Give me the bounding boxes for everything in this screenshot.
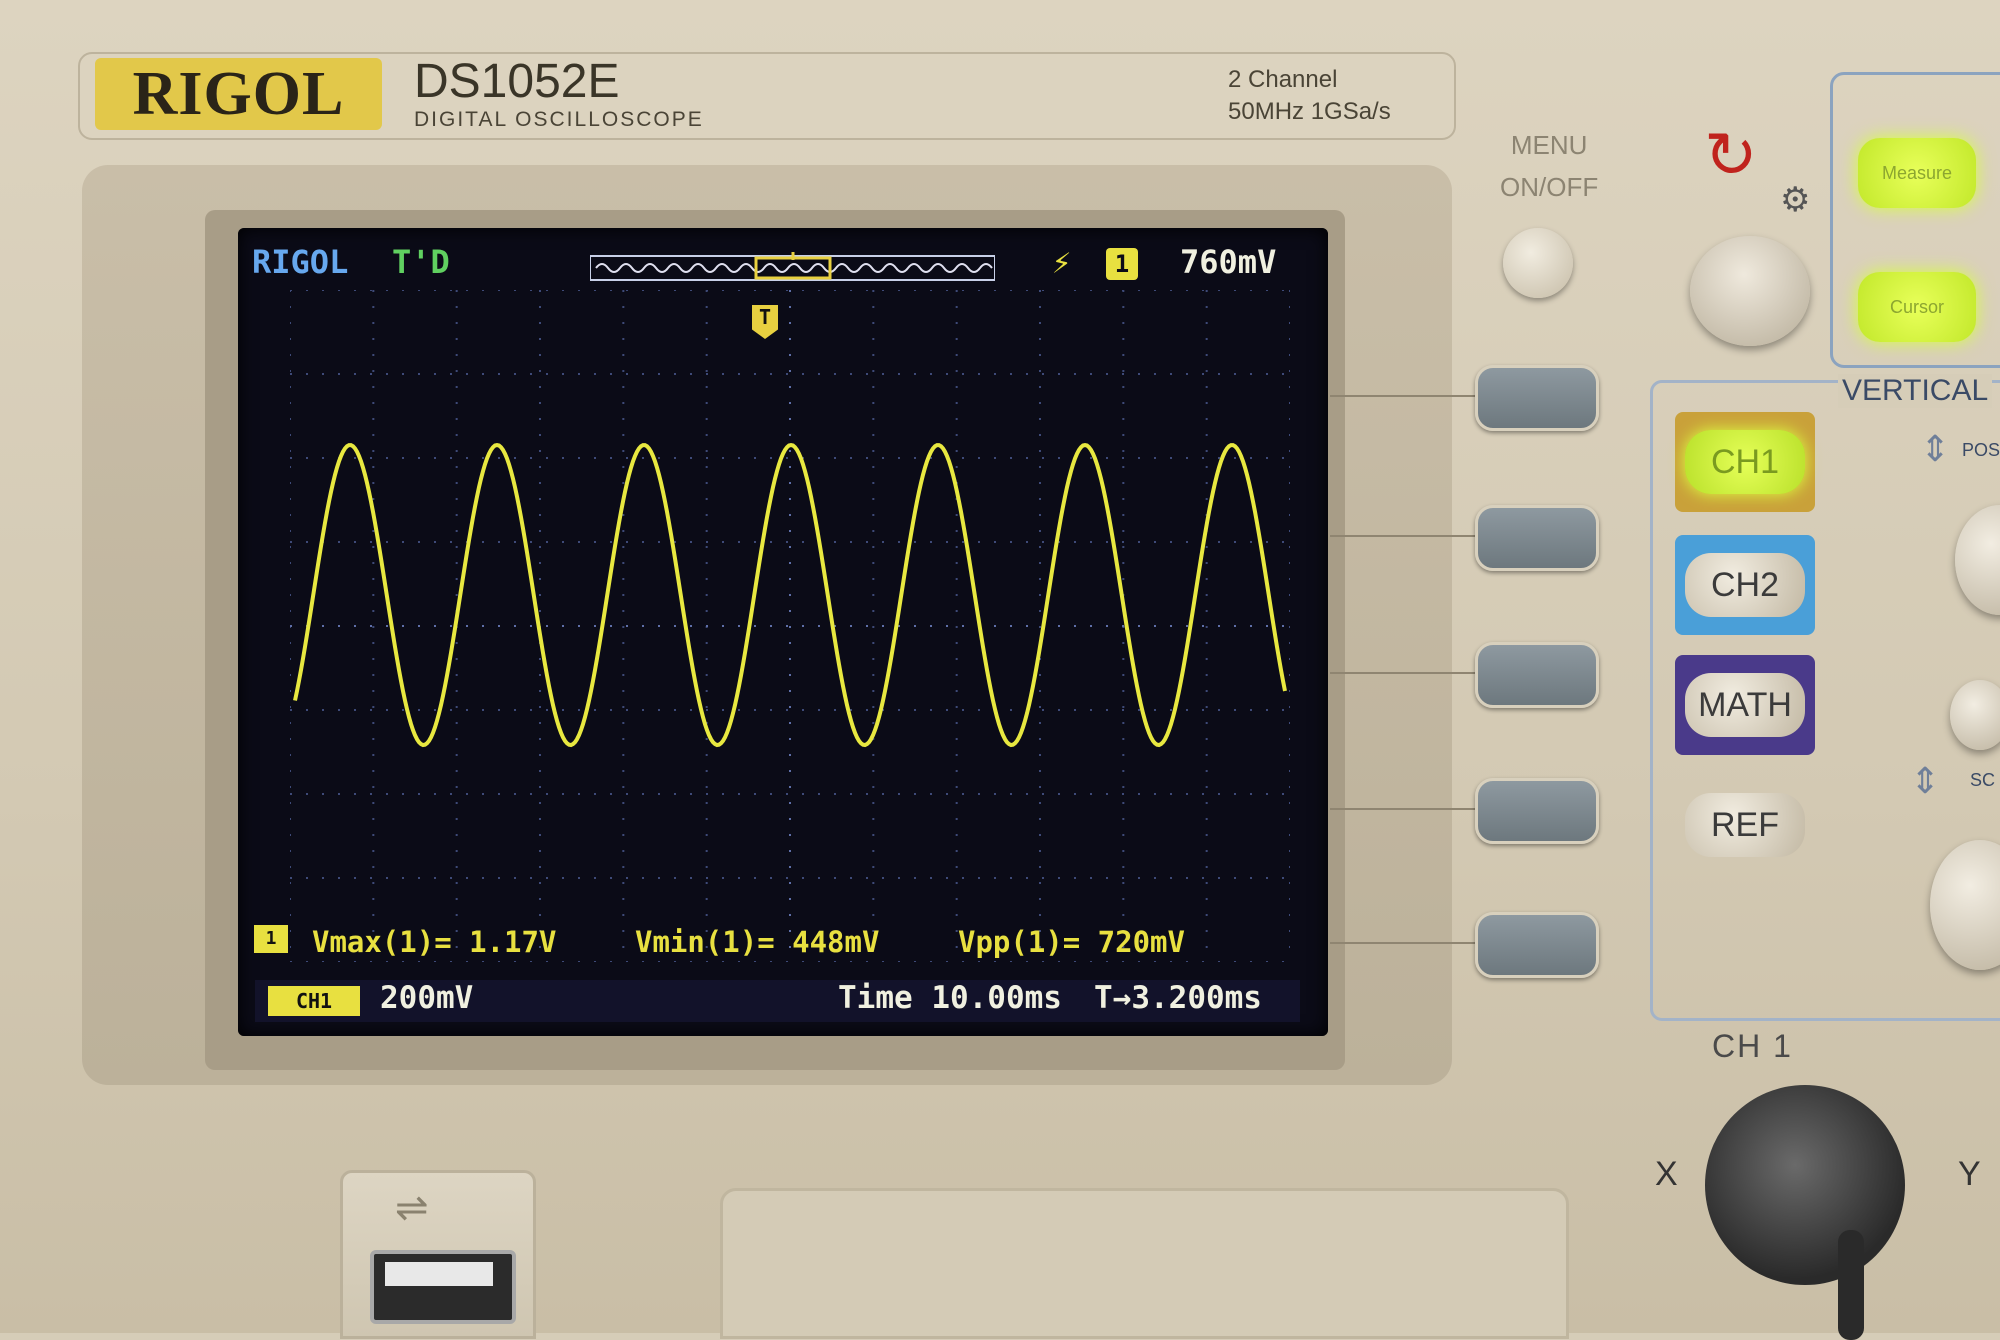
spec-channels: 2 Channel: [1228, 66, 1338, 93]
ch1-button[interactable]: CH1: [1685, 430, 1805, 494]
y-input-label: Y: [1958, 1155, 1981, 1193]
softkey-line: [1330, 808, 1475, 810]
math-button-frame: MATH: [1675, 655, 1815, 755]
probe-cable: [1838, 1230, 1864, 1340]
spec-bandwidth: 50MHz 1GSa/s: [1228, 98, 1391, 125]
display-brand: RIGOL: [252, 243, 349, 281]
ch2-button[interactable]: CH2: [1685, 553, 1805, 617]
ch2-button-frame: CH2: [1675, 535, 1815, 635]
ch1-label-badge: CH1: [268, 986, 360, 1016]
measurement-vmax: Vmax(1)= 1.17V: [312, 925, 557, 959]
trigger-channel-badge: 1: [1106, 248, 1138, 280]
softkey-1-button[interactable]: [1475, 365, 1599, 431]
softkey-2-button[interactable]: [1475, 505, 1599, 571]
usb-port-tongue: [385, 1262, 493, 1286]
measure-button[interactable]: Measure: [1858, 138, 1976, 208]
ch1-input-label: CH 1: [1712, 1028, 1793, 1064]
softkey-line: [1330, 942, 1475, 944]
ref-button[interactable]: REF: [1685, 793, 1805, 857]
softkey-4-button[interactable]: [1475, 778, 1599, 844]
scale-label: SC: [1970, 770, 1996, 790]
rigol-logo: RIGOL: [95, 58, 382, 130]
menu-on-off-button[interactable]: [1503, 228, 1573, 298]
ch1-ground-marker: 1: [254, 925, 288, 953]
vertical-title: VERTICAL: [1838, 374, 1993, 408]
softkey-line: [1330, 672, 1475, 674]
trigger-level: 760mV: [1180, 243, 1277, 281]
math-button[interactable]: MATH: [1685, 673, 1805, 737]
softkey-3-button[interactable]: [1475, 642, 1599, 708]
probe-icon: ⚙: [1780, 181, 1811, 219]
rising-edge-icon: ⚡: [1052, 243, 1072, 281]
time-per-div: Time 10.00ms: [838, 980, 1062, 1016]
ch1-bnc-connector[interactable]: [1705, 1085, 1905, 1285]
softkey-line: [1330, 535, 1475, 537]
position-arrows-icon: ⇕: [1920, 428, 1951, 469]
ref-button-frame: REF: [1675, 775, 1815, 875]
position-label: POS: [1962, 440, 2000, 460]
menu-label-line2: ON/OFF: [1500, 172, 1599, 202]
cursor-button[interactable]: Cursor: [1858, 272, 1976, 342]
softkey-5-button[interactable]: [1475, 912, 1599, 978]
trigger-delay: T→3.200ms: [1094, 980, 1262, 1016]
rotate-arrow-icon: ↻: [1704, 119, 1758, 191]
acquisition-status: T'D: [392, 243, 450, 281]
ch1-volts-per-div: 200mV: [380, 980, 474, 1016]
waveform-graticule: [290, 290, 1290, 962]
menu-on-off-label: MENU ON/OFF: [1500, 124, 1598, 208]
memory-depth-bar: [590, 252, 995, 281]
menu-label-line1: MENU: [1510, 130, 1588, 160]
scale-arrows-icon: ⇕: [1910, 760, 1941, 801]
x-input-label: X: [1655, 1155, 1678, 1193]
multipurpose-knob[interactable]: [1690, 236, 1810, 346]
measurement-vmin: Vmin(1)= 448mV: [635, 925, 880, 959]
usb-icon: ⇌: [395, 1186, 429, 1230]
softkey-line: [1330, 395, 1475, 397]
model-subtitle: DIGITAL OSCILLOSCOPE: [414, 108, 704, 131]
model-name: DS1052E: [414, 55, 620, 108]
measurement-vpp: Vpp(1)= 720mV: [958, 925, 1185, 959]
lower-panel: [720, 1188, 1569, 1339]
ch1-button-frame: CH1: [1675, 412, 1815, 512]
